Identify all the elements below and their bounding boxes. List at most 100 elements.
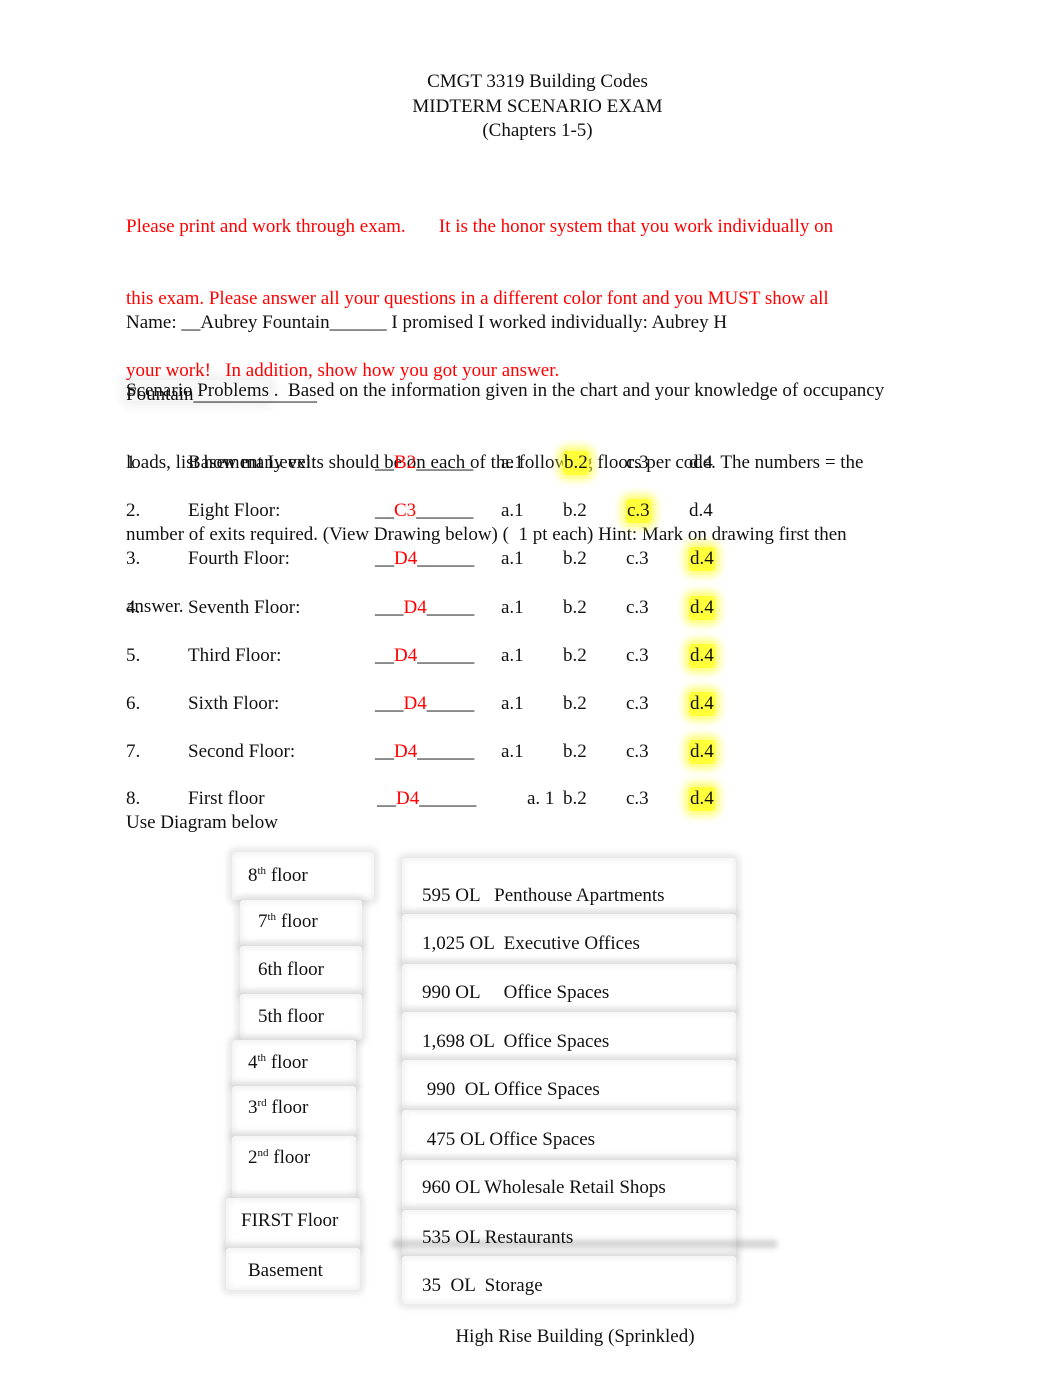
scenario-text-1: . Based on the information given in the … [269, 380, 885, 401]
question-number: 4. [126, 597, 141, 618]
answer-field[interactable]: ___D4_____ [375, 596, 474, 620]
floor-label-rest: floor [276, 911, 318, 932]
floor-label: FIRST Floor [241, 1209, 338, 1233]
answer-option[interactable]: b.2 [563, 644, 587, 668]
answer-option-selected[interactable]: d.4 [689, 547, 715, 571]
floor-label: 3rd floor [248, 1096, 308, 1120]
course-title: CMGT 3319 Building Codes [427, 71, 648, 92]
answer-option[interactable]: c.3 [626, 547, 649, 571]
floor-label-rest: floor [268, 1147, 311, 1168]
floor-label: 4th floor [248, 1051, 308, 1075]
answer-option[interactable]: a.1 [501, 499, 524, 523]
answer-option[interactable]: a.1 [501, 692, 524, 716]
question-label: Basement Level: [188, 452, 317, 473]
question-number: 1 [126, 452, 136, 473]
answer-blank: ______ [416, 452, 474, 473]
question-number: 6. [126, 693, 141, 714]
floor-label-number: Basement [248, 1260, 323, 1281]
question-label: First floor [188, 788, 265, 809]
floor-label-rest: floor [266, 865, 308, 886]
answer-option[interactable]: b.2 [563, 499, 587, 523]
question-label: Second Floor: [188, 741, 296, 762]
answer-option[interactable]: b.2 [563, 547, 587, 571]
scenario-label: Scenario Problems [126, 380, 270, 401]
answer-field[interactable]: __B2______ [375, 451, 473, 475]
answer-value: C3 [394, 500, 417, 521]
question-label: Seventh Floor: [188, 597, 301, 618]
answer-blank: _____ [426, 693, 475, 714]
answer-option[interactable]: b.2 [563, 596, 587, 620]
question-number: 7. [126, 741, 141, 762]
floor-label-rest: floor [266, 1052, 308, 1073]
question-label: Fourth Floor: [188, 548, 290, 569]
answer-option[interactable]: a.1 [501, 451, 524, 475]
floor-label-suffix: th [257, 865, 267, 877]
scenario-text-3: number of exits required. (View Drawing … [126, 524, 847, 545]
answer-option[interactable]: d.4 [689, 499, 713, 523]
answer-option[interactable]: a.1 [501, 644, 524, 668]
answer-blank: ______ [417, 645, 475, 666]
answer-option-selected[interactable]: b.2 [563, 451, 589, 475]
answer-option[interactable]: c.3 [626, 596, 649, 620]
answer-option[interactable]: d.4 [689, 451, 713, 475]
occupancy-load-label: 990 OL Office Spaces [422, 982, 610, 1003]
answer-value: D4 [396, 788, 420, 809]
answer-blank: __ [375, 500, 394, 521]
answer-value: D4 [403, 597, 427, 618]
floor-label-number: 3 [248, 1097, 258, 1118]
floor-label-number: 5th floor [258, 1006, 324, 1027]
answer-field[interactable]: __D4______ [375, 547, 474, 571]
chapters-subtitle: (Chapters 1-5) [482, 120, 593, 141]
answer-option[interactable]: a.1 [501, 596, 524, 620]
answer-option-selected[interactable]: d.4 [689, 596, 715, 620]
answer-option[interactable]: c.3 [626, 787, 649, 811]
answer-field[interactable]: __C3______ [375, 499, 473, 523]
answer-option[interactable]: a. 1 [527, 787, 554, 811]
answer-option[interactable]: a.1 [501, 740, 524, 764]
occupancy-load-label: 1,698 OL Office Spaces [422, 1031, 610, 1052]
answer-option[interactable]: c.3 [626, 740, 649, 764]
question-number: 5. [126, 645, 141, 666]
answer-blank: ______ [419, 788, 477, 809]
answer-option-selected[interactable]: d.4 [689, 692, 715, 716]
answer-option-selected[interactable]: d.4 [689, 740, 715, 764]
answer-value: D4 [394, 741, 418, 762]
floor-label: 8th floor [248, 864, 308, 888]
answer-value: D4 [394, 645, 418, 666]
floor-label: 5th floor [258, 1005, 324, 1029]
answer-option-selected[interactable]: d.4 [689, 644, 715, 668]
answer-field[interactable]: __D4______ [377, 787, 476, 811]
floor-label-number: 7 [258, 911, 268, 932]
instructions-line-1: Please print and work through exam. It i… [126, 216, 834, 237]
answer-field[interactable]: __D4______ [375, 644, 474, 668]
question-number: 2. [126, 500, 141, 521]
answer-value: D4 [403, 693, 427, 714]
answer-blank: __ [375, 548, 394, 569]
answer-field[interactable]: __D4______ [375, 740, 474, 764]
answer-option[interactable]: a.1 [501, 547, 524, 571]
answer-option-selected[interactable]: c.3 [626, 499, 651, 523]
answer-blank: __ [377, 788, 396, 809]
answer-blank: ______ [416, 500, 474, 521]
floor-label-suffix: nd [257, 1147, 269, 1159]
diagram-caption: High Rise Building (Sprinkled) [455, 1326, 695, 1347]
floor-label: Basement [248, 1259, 323, 1283]
question-label: Sixth Floor: [188, 693, 280, 714]
answer-option[interactable]: c.3 [626, 451, 649, 475]
floor-label-number: 8 [248, 865, 258, 886]
answer-option[interactable]: b.2 [563, 692, 587, 716]
occupancy-load-label: 475 OL Office Spaces [422, 1129, 596, 1150]
answer-option[interactable]: b.2 [563, 740, 587, 764]
floor-label-number: 4 [248, 1052, 258, 1073]
answer-option[interactable]: c.3 [626, 644, 649, 668]
answer-blank: _____ [426, 597, 475, 618]
answer-option[interactable]: b.2 [563, 787, 587, 811]
answer-blank: __ [375, 452, 394, 473]
floor-label: 6th floor [258, 958, 324, 982]
question-number: 8. [126, 788, 141, 809]
answer-field[interactable]: ___D4_____ [375, 692, 474, 716]
answer-option-selected[interactable]: d.4 [689, 787, 715, 811]
answer-option[interactable]: c.3 [626, 692, 649, 716]
occupancy-load-label: 1,025 OL Executive Offices [422, 933, 640, 954]
answer-blank: __ [375, 645, 394, 666]
